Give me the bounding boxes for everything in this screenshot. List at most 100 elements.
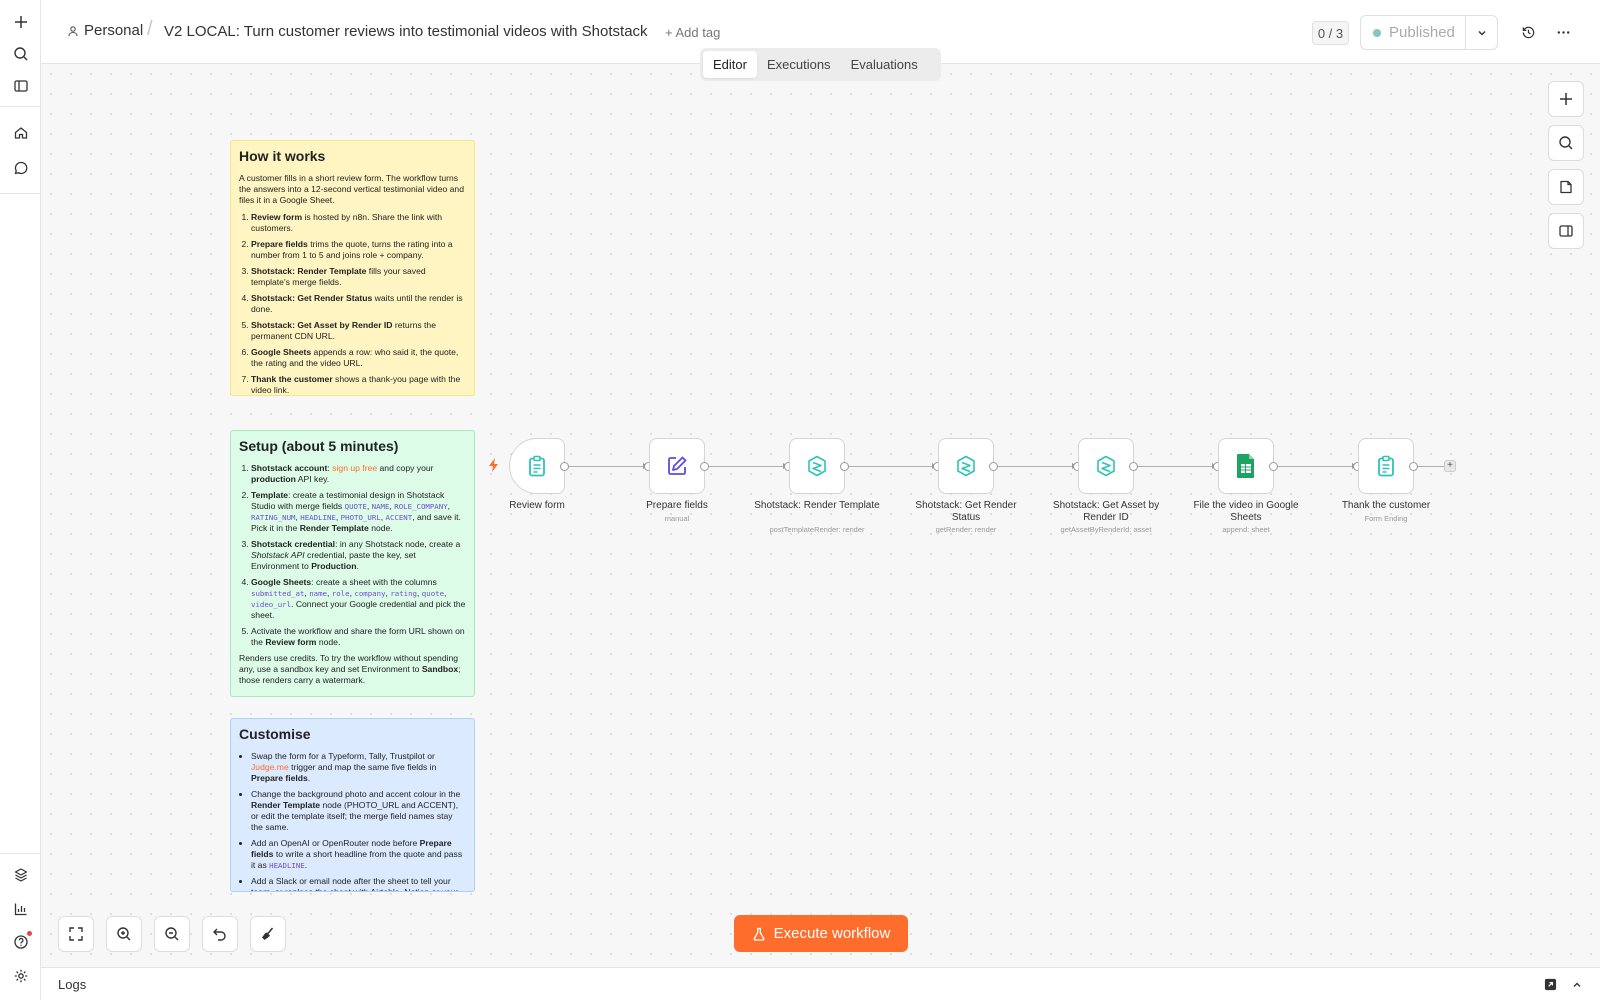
insights-icon[interactable]: [8, 896, 33, 921]
node-label: Shotstack: Get Render Status: [915, 500, 1017, 523]
node-review-form[interactable]: [509, 438, 565, 494]
clipboard-icon: [529, 455, 545, 477]
workflow-title[interactable]: V2 LOCAL: Turn customer reviews into tes…: [164, 23, 648, 40]
logs-panel[interactable]: Logs: [41, 967, 1600, 1000]
plus-icon: [1560, 93, 1572, 105]
node-subtitle: getRender: render: [935, 525, 997, 534]
sticky-note-how-it-works[interactable]: How it works A customer fills in a short…: [230, 140, 475, 396]
search-icon: [1559, 136, 1573, 150]
list-item: Swap the form for a Typeform, Tally, Tru…: [251, 751, 466, 784]
logs-label: Logs: [58, 977, 87, 992]
execute-workflow-label: Execute workflow: [773, 925, 891, 942]
tab-editor[interactable]: Editor: [703, 51, 757, 78]
node-shotstack-render-template[interactable]: [789, 438, 845, 494]
zoom-in-button[interactable]: [106, 916, 142, 952]
node-label: Prepare fields: [646, 500, 708, 511]
publish-dropdown-button[interactable]: [1466, 16, 1497, 49]
breadcrumb-project[interactable]: Personal: [67, 22, 143, 39]
list-item: Shotstack: Get Render Status waits until…: [251, 293, 466, 315]
node-thank-the-customer[interactable]: [1358, 438, 1414, 494]
sign-up-link[interactable]: sign up free: [332, 463, 377, 473]
google-sheets-icon: [1237, 454, 1254, 478]
pencil-icon: [668, 456, 687, 475]
note-setup-list: Shotstack account: sign up free and copy…: [239, 463, 466, 648]
sticky-note-icon: [1560, 180, 1572, 194]
toggle-side-panel-button[interactable]: [1548, 213, 1584, 249]
add-tag-button[interactable]: + Add tag: [665, 25, 720, 40]
published-label: Published: [1389, 24, 1455, 41]
fit-view-button[interactable]: [58, 916, 94, 952]
node-shotstack-get-asset[interactable]: [1078, 438, 1134, 494]
list-item: Add an OpenAI or OpenRouter node before …: [251, 838, 466, 871]
help-icon[interactable]: [8, 929, 33, 954]
side-panel-icon: [1559, 225, 1573, 237]
node-subtitle: getAssetByRenderId: asset: [1060, 525, 1152, 534]
sticky-note-customise[interactable]: Customise Swap the form for a Typeform, …: [230, 718, 475, 892]
output-port[interactable]: [700, 462, 709, 471]
zoom-out-icon: [165, 927, 179, 941]
history-icon[interactable]: [1516, 20, 1540, 44]
note-footer: Renders use credits. To try the workflow…: [239, 652, 461, 685]
tab-evaluations[interactable]: Evaluations: [841, 51, 928, 78]
list-item: Shotstack: Get Asset by Render ID return…: [251, 320, 466, 342]
pop-out-icon[interactable]: [1544, 978, 1557, 991]
list-item: Shotstack account: sign up free and copy…: [251, 463, 466, 485]
plus-icon[interactable]: [8, 9, 33, 34]
broom-icon: [262, 927, 274, 940]
node-shotstack-get-render-status[interactable]: [938, 438, 994, 494]
output-port[interactable]: [1409, 462, 1418, 471]
chat-icon[interactable]: [8, 155, 33, 180]
home-icon[interactable]: [8, 120, 33, 145]
node-label: Thank the customer: [1341, 500, 1431, 511]
view-tabs: Editor Executions Evaluations: [700, 48, 941, 81]
production-checklist-counter[interactable]: 0 / 3: [1312, 21, 1349, 45]
list-item: Shotstack credential: in any Shotstack n…: [251, 539, 466, 572]
undo-button[interactable]: [202, 916, 238, 952]
settings-gear-icon[interactable]: [8, 963, 33, 988]
node-label: Shotstack: Get Asset by Render ID: [1052, 500, 1160, 523]
fit-view-icon: [69, 927, 83, 941]
judge-me-link[interactable]: Judge.me: [251, 762, 289, 772]
notification-dot: [27, 931, 32, 936]
zoom-out-button[interactable]: [154, 916, 190, 952]
zoom-in-icon: [117, 927, 131, 941]
output-port[interactable]: [989, 462, 998, 471]
node-prepare-fields[interactable]: [649, 438, 705, 494]
execute-workflow-button[interactable]: Execute workflow: [734, 915, 908, 952]
note-title: Setup (about 5 minutes): [239, 438, 399, 454]
chevron-up-icon[interactable]: [1571, 979, 1583, 991]
output-port[interactable]: [840, 462, 849, 471]
note-title: How it works: [239, 148, 326, 164]
add-node-button[interactable]: +: [1444, 460, 1456, 472]
more-options-icon[interactable]: [1551, 20, 1575, 44]
search-nodes-button[interactable]: [1548, 125, 1584, 161]
output-port[interactable]: [560, 462, 569, 471]
note-title: Customise: [239, 726, 311, 742]
note-steps-list: Review form is hosted by n8n. Share the …: [239, 212, 466, 395]
search-icon[interactable]: [8, 41, 33, 66]
output-port[interactable]: [1129, 462, 1138, 471]
trigger-bolt-icon: [489, 458, 498, 472]
node-subtitle: append: sheet: [1222, 525, 1270, 534]
tidy-up-button[interactable]: [250, 916, 286, 952]
list-item: Prepare fields trims the quote, turns th…: [251, 239, 466, 261]
list-item: Thank the customer shows a thank-you pag…: [251, 374, 466, 395]
node-subtitle: manual: [664, 514, 690, 523]
sticky-note-setup[interactable]: Setup (about 5 minutes) Shotstack accoun…: [230, 430, 475, 697]
add-node-panel-button[interactable]: [1548, 81, 1584, 117]
node-label: Review form: [509, 500, 565, 511]
list-item: Review form is hosted by n8n. Share the …: [251, 212, 466, 234]
add-sticky-note-button[interactable]: [1548, 169, 1584, 205]
undo-icon: [213, 928, 226, 941]
list-item: Google Sheets: create a sheet with the c…: [251, 577, 466, 621]
output-port[interactable]: [1269, 462, 1278, 471]
panel-toggle-icon[interactable]: [8, 73, 33, 98]
tab-executions[interactable]: Executions: [757, 51, 841, 78]
publish-control: Published: [1360, 15, 1498, 50]
node-subtitle: postTemplateRender: render: [769, 525, 865, 534]
node-google-sheets[interactable]: [1218, 438, 1274, 494]
templates-icon[interactable]: [8, 862, 33, 887]
published-button[interactable]: Published: [1361, 16, 1466, 49]
list-item: Google Sheets appends a row: who said it…: [251, 347, 466, 369]
project-name: Personal: [84, 22, 144, 39]
